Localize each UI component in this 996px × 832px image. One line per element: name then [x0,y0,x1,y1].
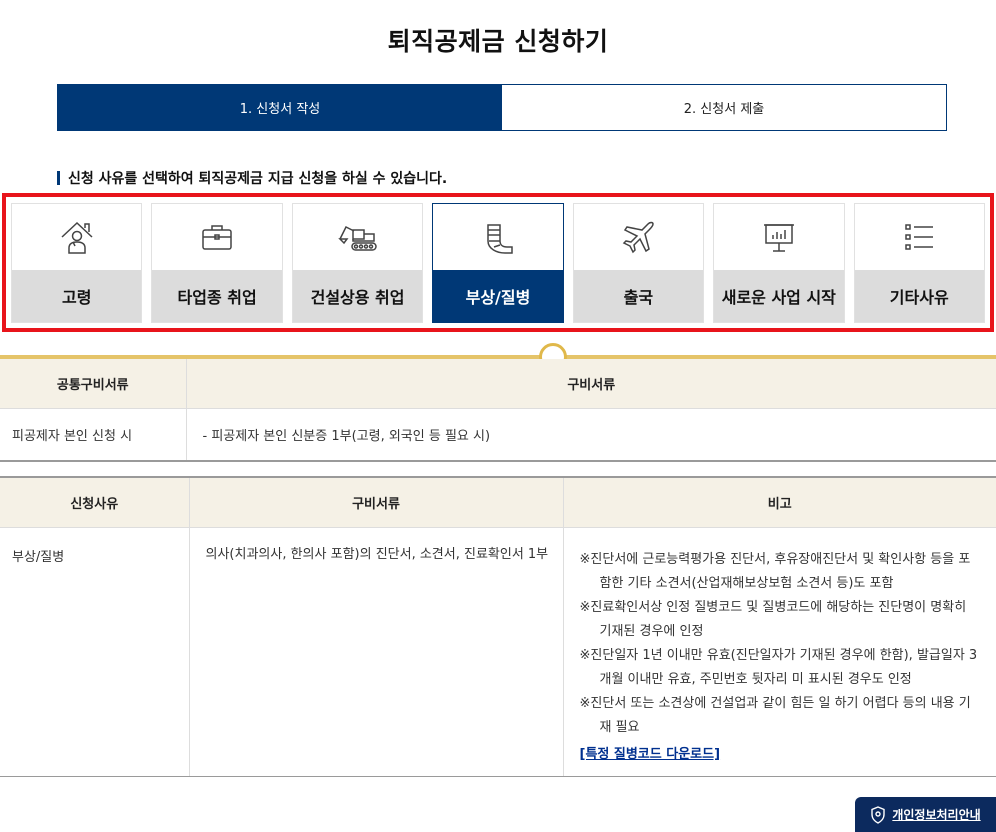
injured-arm-icon [433,204,562,270]
list-item: ※진단일자 1년 이내만 유효(진단일자가 기재된 경우에 한함), 발급일자 … [579,647,978,687]
docs-cell: 의사(치과의사, 한의사 포함)의 진단서, 소견서, 진료확인서 1부 [188,527,563,777]
intro-label: 신청 사유를 선택하여 퇴직공제금 지급 신청을 하실 수 있습니다. [68,171,448,187]
title-bar-decoration [57,171,60,185]
reason-label: 기타사유 [854,270,984,322]
common-documents-table: 공통구비서류 구비서류 피공제자 본인 신청 시 - 피공제자 본인 신분증 1… [0,359,996,462]
remarks-cell: ※진단서에 근로능력평가용 진단서, 후유장애진단서 및 확인사항 등을 포함한… [562,527,996,777]
remarks-list: ※진단서에 근로능력평가용 진단서, 후유장애진단서 및 확인사항 등을 포함한… [564,528,996,740]
table-header-cell: 구비서류 [188,477,563,528]
airplane-icon [574,204,703,270]
privacy-policy-button[interactable]: 개인정보처리안내 [855,797,996,832]
disease-code-download-link[interactable]: [특정 질병코드 다운로드] [580,743,721,762]
reason-documents-table: 신청사유 구비서류 비고 부상/질병 의사(치과의사, 한의사 포함)의 진단서… [0,476,996,777]
intro-text: 신청 사유를 선택하여 퇴직공제금 지급 신청을 하실 수 있습니다. [57,168,447,188]
reason-label: 부상/질병 [433,270,563,322]
table-header-cell: 공통구비서류 [0,359,186,409]
list-item: ※진단서에 근로능력평가용 진단서, 후유장애진단서 및 확인사항 등을 포함한… [579,551,971,591]
table-header-cell: 구비서류 [185,359,996,409]
excavator-icon [293,204,422,270]
table-row: 피공제자 본인 신청 시 - 피공제자 본인 신분증 1부(고령, 외국인 등 … [0,408,996,462]
reason-label: 고령 [12,270,142,322]
reason-tab-new-business[interactable]: 새로운 사업 시작 [713,203,845,323]
table-cell: - 피공제자 본인 신분증 1부(고령, 외국인 등 필요 시) [185,408,996,462]
reason-cell: 부상/질병 [0,527,189,777]
list-item: ※진단서 또는 소견상에 건설업과 같이 힘든 일 하기 어렵다 등의 내용 기… [579,695,971,735]
list-item: ※진료확인서상 인정 질병코드 및 질병코드에 해당하는 진단명이 명확히 기재… [579,599,967,639]
reason-tab-departure[interactable]: 출국 [572,203,705,323]
list-icon [855,204,984,270]
presentation-board-icon [714,204,843,270]
table-header-cell: 비고 [562,477,996,528]
step-indicator: 1. 신청서 작성 2. 신청서 제출 [57,84,947,131]
reason-label: 출국 [573,270,704,322]
page-title: 퇴직공제금 신청하기 [387,27,609,56]
shield-icon [871,805,886,824]
step-write-application[interactable]: 1. 신청서 작성 [58,85,502,130]
reason-tabs: 고령 타업종 취업 건설상용 취업 부상/질병 출국 새로운 사업 시작 기타사… [11,203,985,323]
elderly-house-icon [12,204,141,270]
reason-label: 건설상용 취업 [292,270,423,322]
table-header-cell: 신청사유 [0,477,189,528]
reason-tab-injury-illness[interactable]: 부상/질병 [432,203,564,323]
reason-tab-elderly[interactable]: 고령 [11,203,143,323]
briefcase-icon [152,204,281,270]
reason-label: 타업종 취업 [152,270,282,322]
table-header-row: 공통구비서류 구비서류 [0,359,996,409]
reason-tab-other-industry[interactable]: 타업종 취업 [151,203,283,323]
table-header-row: 신청사유 구비서류 비고 [0,477,996,528]
step-submit-application[interactable]: 2. 신청서 제출 [502,85,946,130]
privacy-policy-label: 개인정보처리안내 [892,808,981,822]
reason-tab-construction[interactable]: 건설상용 취업 [291,203,424,323]
reason-tab-other[interactable]: 기타사유 [853,203,985,323]
table-row: 부상/질병 의사(치과의사, 한의사 포함)의 진단서, 소견서, 진료확인서 … [0,527,996,777]
table-cell: 피공제자 본인 신청 시 [0,408,186,462]
reason-label: 새로운 사업 시작 [714,270,844,322]
